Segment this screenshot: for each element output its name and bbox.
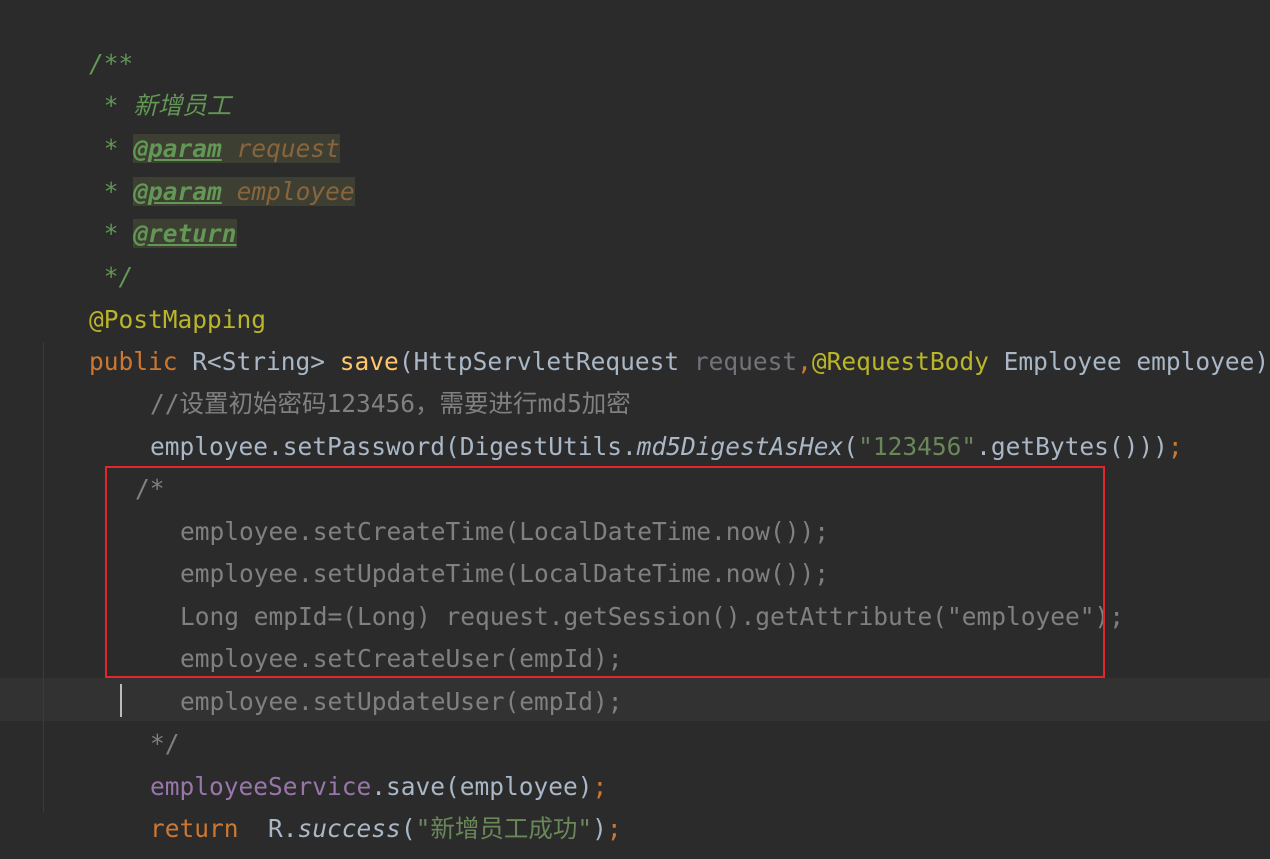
code-line-20[interactable]: } [30, 808, 104, 859]
code-line-19[interactable]: return R.success("新增员工成功"); [91, 765, 622, 843]
code-editor[interactable]: /** * 新增员工 * @param request * @param emp… [0, 0, 1270, 859]
code-text: ( [843, 431, 859, 461]
code-line-3[interactable]: * @param request [30, 85, 340, 163]
commented-code: employee.setUpdateUser(empId); [180, 686, 623, 716]
request-body-annotation: @RequestBody [811, 346, 989, 376]
code-line-9[interactable]: //设置初始密码123456，需要进行md5加密 [91, 340, 631, 418]
static-method: success [297, 813, 401, 843]
comma: , [797, 346, 812, 376]
code-line-5[interactable]: * @return [30, 170, 237, 248]
code-text: R. [238, 813, 298, 843]
red-highlight-box [105, 466, 1105, 678]
code-line-11[interactable]: /* [76, 425, 165, 503]
code-line-4[interactable]: * @param employee [30, 128, 355, 206]
semicolon: ; [606, 813, 622, 843]
doc-param-name: employee [236, 176, 355, 206]
code-line-10[interactable]: employee.setPassword(DigestUtils.md5Dige… [91, 383, 1183, 461]
string-literal: "123456" [858, 431, 977, 461]
code-line-6[interactable]: */ [30, 213, 134, 291]
text-caret [120, 684, 122, 717]
code-line-1[interactable]: /** [30, 0, 133, 78]
unused-param: request [693, 346, 798, 376]
semicolon: ; [1167, 431, 1183, 461]
code-line-7[interactable]: @PostMapping [30, 256, 266, 334]
code-text: ( [400, 813, 416, 843]
doc-return-tag: @return [133, 218, 237, 248]
code-line-18[interactable]: employeeService.save(employee); [91, 723, 607, 801]
code-line-2[interactable]: * 新增员工 [30, 42, 232, 120]
static-method: md5DigestAsHex [636, 431, 844, 461]
code-line-17[interactable]: */ [91, 680, 180, 758]
string-literal: "新增员工成功" [415, 813, 593, 843]
code-text: ) [592, 813, 607, 843]
keyword-return: return [150, 813, 239, 843]
code-text: employee.setPassword(DigestUtils. [150, 431, 637, 461]
code-text: .getBytes())) [976, 431, 1168, 461]
param-rest: Employee employee){ [988, 346, 1270, 376]
code-line-8[interactable]: public R<String> save(HttpServletRequest… [30, 298, 1270, 376]
